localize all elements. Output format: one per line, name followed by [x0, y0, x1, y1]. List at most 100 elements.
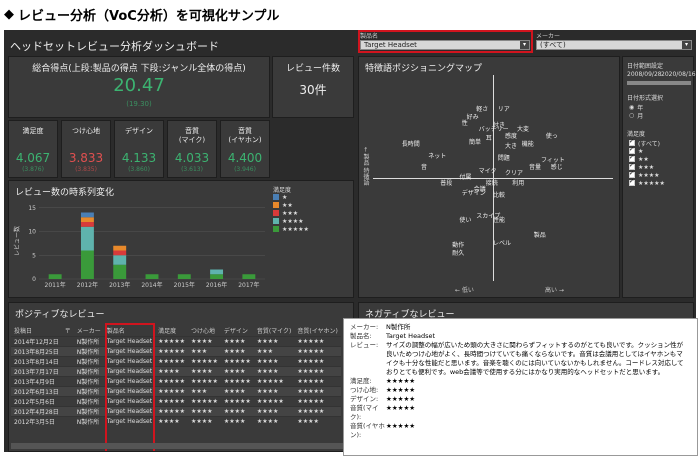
bar-segment[interactable] [80, 222, 94, 227]
map-word[interactable]: 接続 [486, 178, 498, 187]
map-word[interactable]: 普段 [440, 178, 452, 187]
map-word[interactable]: 音量 [529, 162, 541, 171]
map-word[interactable]: 製品 [534, 230, 546, 239]
column-header[interactable]: 満足度 [155, 325, 188, 337]
chevron-down-icon[interactable]: ▾ [682, 41, 691, 49]
column-header[interactable]: 〒 [62, 325, 74, 337]
map-word[interactable]: 軽さ [476, 104, 488, 113]
map-word[interactable]: 耐久 [452, 248, 464, 257]
legend-item[interactable]: ★★★★ [273, 217, 309, 225]
column-header[interactable]: デザイン [221, 325, 254, 337]
map-word[interactable]: 問題 [498, 153, 510, 162]
date-from[interactable]: 2008/09/28 [627, 71, 662, 78]
map-word[interactable]: ネット [428, 151, 446, 160]
satisfaction-option[interactable]: ★★ [629, 154, 665, 163]
map-word[interactable]: 付属 [459, 172, 471, 181]
column-header[interactable]: メーカー [74, 325, 104, 337]
satisfaction-option[interactable]: ★★★ [629, 162, 665, 171]
bar-segment[interactable] [80, 212, 94, 218]
table-row[interactable]: 2013年4月9日 N製作所 Target Headset ★★★★★ ★★★★★ ★★★… [11, 376, 341, 387]
map-word[interactable]: 長時間 [402, 139, 420, 148]
satisfaction-filter-title: 満足度 [627, 131, 646, 138]
horizontal-scrollbar[interactable] [11, 443, 351, 449]
satisfaction-option[interactable]: (すべて) [629, 138, 665, 148]
map-word[interactable]: 感じ [551, 162, 563, 171]
table-row[interactable]: 2013年8月14日 N製作所 Target Headset ★★★★★ ★★★★★ ★★… [11, 356, 341, 367]
table-row[interactable]: 2014年12月2日 N製作所 Target Headset ★★★★★ ★★★★ ★★★… [11, 336, 341, 347]
map-word[interactable]: 感度 [505, 131, 517, 140]
column-header[interactable]: 音質(マイク) [254, 325, 295, 337]
map-word[interactable]: 音 [421, 162, 427, 171]
satisfaction-option[interactable]: ★ [629, 146, 665, 155]
bar-segment[interactable] [113, 250, 127, 256]
kpi-tile: 音質 (マイク) 4.033 (3.613) [167, 120, 217, 178]
bar-segment[interactable] [145, 274, 159, 279]
table-cell: N製作所 [73, 416, 104, 427]
overall-score-sub: (19.30) [126, 100, 152, 108]
table-row[interactable]: 2012年5月6日 N製作所 Target Headset ★★★★★ ★★★★★ ★★★… [11, 396, 341, 407]
kpi-value: 4.133 [121, 151, 157, 165]
tooltip-sat-key: 満足度: [350, 377, 372, 385]
legend-item[interactable]: ★★★ [273, 209, 309, 217]
table-row[interactable]: 2012年3月5日 N製作所 Target Headset ★★★★ ★★★★ ★★★★ ★… [11, 416, 341, 427]
table-row[interactable]: 2013年7月17日 N製作所 Target Headset ★★★★ ★★★★ ★★★★… [11, 366, 341, 377]
radio-icon[interactable]: ◉ [629, 104, 634, 111]
table-cell: ★★★★★ [220, 356, 254, 367]
bar-segment[interactable] [80, 226, 94, 251]
table-cell: ★★★★ [253, 406, 295, 417]
map-word[interactable]: クリア [505, 168, 523, 177]
map-word[interactable]: 好み [467, 112, 479, 121]
map-word[interactable]: 使い [459, 215, 471, 224]
map-word[interactable]: 使っ [546, 131, 558, 140]
bar-segment[interactable] [80, 250, 94, 280]
date-range-slider[interactable] [627, 81, 691, 85]
legend-item[interactable]: ★ [273, 193, 309, 201]
table-row[interactable]: 2012年4月28日 N製作所 Target Headset ★★★★★ ★★★★ ★★★… [11, 406, 341, 417]
bar-segment[interactable] [210, 274, 224, 279]
map-word[interactable]: 機能 [522, 139, 534, 148]
satisfaction-option[interactable]: ★★★★ [629, 170, 665, 179]
tooltip-maker-key: メーカー: [350, 323, 379, 331]
positive-reviews-table: 投稿日〒メーカー 製品名 満足度 つけ心地 デザイン 音質(マイク) 音質(イヤホン) 201… [11, 325, 341, 427]
bar-segment[interactable] [177, 274, 191, 279]
table-row[interactable]: 2013年8月25日 N製作所 Target Headset ★★★★★ ★★★ ★★★★… [11, 346, 341, 357]
date-to[interactable]: 2020/08/16 [661, 71, 696, 78]
map-word[interactable]: 簡単 [469, 137, 481, 146]
maker-filter-select[interactable]: (すべて) ▾ [536, 40, 692, 50]
column-header[interactable]: つけ心地 [188, 325, 221, 337]
bar-segment[interactable] [113, 245, 127, 251]
map-word[interactable]: 大変 [517, 124, 529, 133]
table-cell: ★★★★★ [155, 356, 188, 367]
map-word[interactable]: レベル [493, 238, 511, 247]
column-header[interactable]: 投稿日 [11, 325, 62, 337]
map-word[interactable]: マイク [479, 166, 497, 175]
map-word[interactable]: 耳 [486, 133, 492, 142]
map-word[interactable]: デザイン [462, 188, 486, 197]
map-word[interactable]: 利用 [512, 178, 524, 187]
map-word[interactable]: 性能 [493, 215, 505, 224]
bar-segment[interactable] [48, 274, 62, 279]
bar-segment[interactable] [113, 255, 127, 265]
table-row[interactable]: 2012年6月13日 N製作所 Target Headset ★★★★★ ★★★ ★★★★… [11, 386, 341, 397]
legend-label: ★★ [282, 201, 293, 209]
legend-item[interactable]: ★★★★★ [273, 225, 309, 233]
table-cell: 2013年7月17日 [11, 366, 62, 377]
bar-segment[interactable] [242, 274, 256, 279]
map-word[interactable]: 大き [505, 141, 517, 150]
satisfaction-option[interactable]: ★★★★★ [629, 178, 665, 187]
table-cell: ★★★★ [220, 346, 254, 357]
legend-item[interactable]: ★★ [273, 201, 309, 209]
checkbox-icon[interactable] [629, 178, 635, 186]
bar-segment[interactable] [210, 269, 224, 275]
column-header[interactable]: 音質(イヤホン) [294, 325, 341, 337]
timeseries-chart: 0 5 10 15 レビュー数 2011年 2012年 2013年 2014年 2015年 2016… [13, 205, 265, 289]
map-word[interactable]: 比較 [493, 190, 505, 199]
legend-label: ★ [282, 193, 288, 201]
date-format-option[interactable]: ○ 月 [629, 111, 643, 120]
radio-icon[interactable]: ○ [629, 112, 634, 119]
map-word[interactable]: リア [498, 104, 510, 113]
bar-segment[interactable] [80, 217, 94, 222]
map-word[interactable]: 性 [462, 118, 468, 127]
kpi-title: デザイン [125, 127, 153, 135]
bar-segment[interactable] [113, 264, 127, 279]
